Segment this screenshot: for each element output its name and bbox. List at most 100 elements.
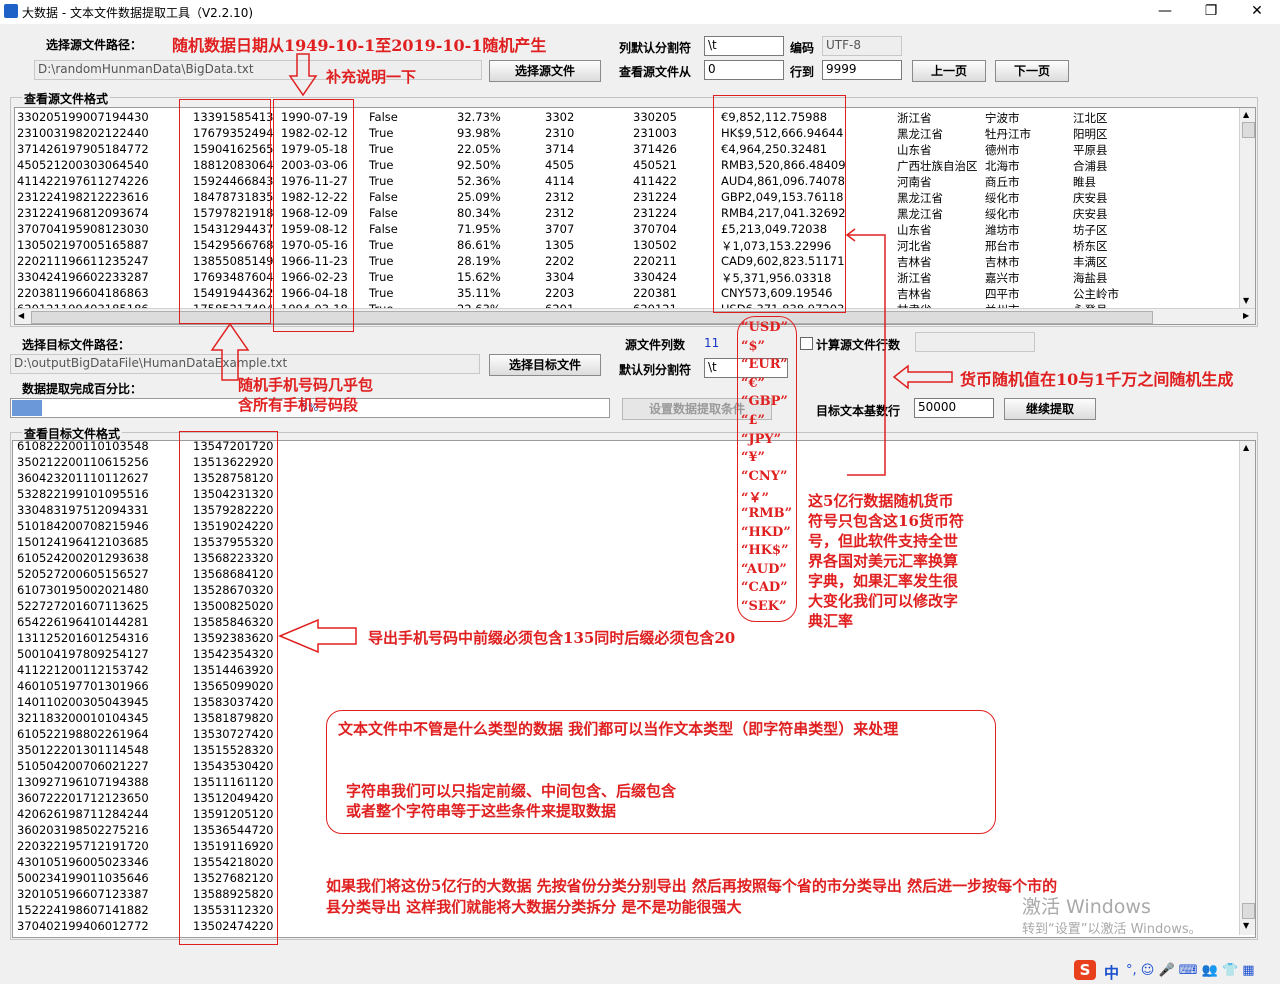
id-cell: 520527200605156527 [17, 567, 149, 581]
scroll-down-icon[interactable]: ▼ [1243, 296, 1249, 305]
bool-cell: True [369, 174, 394, 188]
currency-symbol: “CAD” [741, 580, 788, 596]
currency-symbol: “GBP” [741, 394, 788, 410]
currency-symbol: “£” [741, 413, 766, 428]
connector-line [845, 228, 886, 476]
id-cell: 522727201607113625 [17, 599, 149, 613]
bool-cell: True [369, 126, 394, 140]
id-cell: 330205199007194430 [17, 110, 149, 124]
choose-source-button[interactable]: 选择源文件 [489, 60, 601, 82]
ime-tool-icons[interactable]: °, ☺ 🎤 ⌨ 👥 👕 ▦ [1126, 963, 1255, 978]
view-from-label: 查看源文件从 [619, 65, 692, 79]
view-to-input[interactable]: 9999 [822, 60, 902, 80]
maximize-button[interactable]: ❐ [1188, 0, 1234, 24]
currency-column-highlight [713, 95, 846, 313]
id-cell: 140110200305043945 [17, 695, 149, 709]
id-cell: 320105196607123387 [17, 887, 149, 901]
target-vscroll[interactable]: ▲ ▼ [1239, 441, 1255, 935]
id-cell: 231003198202122440 [17, 126, 149, 140]
choose-target-button[interactable]: 选择目标文件 [489, 354, 601, 376]
base-rows-input[interactable]: 50000 [914, 398, 994, 418]
district-cell: 庆安县 [1073, 191, 1108, 205]
next-page-button[interactable]: 下一页 [995, 60, 1069, 82]
scroll-up-icon[interactable]: ▲ [1243, 110, 1249, 119]
phone-note-line2: 含所有手机号码段 [238, 396, 359, 414]
code4-cell: 3714 [545, 142, 575, 156]
encoding-field[interactable]: UTF-8 [822, 36, 902, 56]
percent-cell: 86.61% [457, 238, 501, 252]
percent-cell: 92.50% [457, 158, 501, 172]
id-cell: 420626198711284244 [17, 807, 149, 821]
city-cell: 德州市 [985, 143, 1020, 157]
column-count-value: 11 [704, 336, 720, 350]
progress-fill [12, 400, 42, 416]
province-cell: 吉林省 [897, 255, 932, 269]
bool-cell: True [369, 286, 394, 300]
district-cell: 平原县 [1073, 143, 1108, 157]
ime-logo-icon[interactable]: S [1074, 960, 1096, 980]
target-vscroll-thumb[interactable] [1242, 903, 1255, 919]
currency-symbol: “RMB” [741, 506, 793, 521]
info-line-2: 字符串我们可以只指定前缀、中间包含、后缀包含 [346, 782, 677, 800]
percent-cell: 32.73% [457, 110, 501, 124]
source-vscroll-thumb[interactable] [1242, 122, 1255, 138]
scroll-left-icon[interactable]: ◀ [18, 311, 24, 320]
id-cell: 231224196812093674 [17, 206, 149, 220]
id-cell: 360203198502275216 [17, 823, 149, 837]
id-cell: 370704195908123030 [17, 222, 149, 236]
delimiter-input[interactable]: \t [704, 36, 784, 56]
district-cell: 合浦县 [1073, 159, 1108, 173]
city-cell: 牡丹江市 [985, 127, 1031, 141]
id-cell: 500234199011035646 [17, 871, 149, 885]
calc-rows-checkbox[interactable] [800, 337, 813, 350]
source-format-title: 查看源文件格式 [22, 90, 111, 107]
calc-rows-field [915, 332, 1035, 352]
id-cell: 532822199101095516 [17, 487, 149, 501]
province-cell: 黑龙江省 [897, 191, 943, 205]
view-from-input[interactable]: 0 [704, 60, 784, 80]
source-vscroll[interactable]: ▲ ▼ [1239, 108, 1255, 308]
code4-cell: 1305 [545, 238, 575, 252]
id-cell: 610524200201293638 [17, 551, 149, 565]
code6-cell: 371426 [633, 142, 677, 156]
code4-cell: 4114 [545, 174, 575, 188]
city-cell: 绥化市 [985, 191, 1020, 205]
scroll-up-icon[interactable]: ▲ [1243, 443, 1249, 452]
id-cell: 152224198607141882 [17, 903, 149, 917]
scroll-down-icon[interactable]: ▼ [1243, 921, 1249, 930]
id-cell: 360722201712123650 [17, 791, 149, 805]
bottom-note-line2: 县分类导出 这样我们就能将大数据分类拆分 是不是功能很强大 [326, 898, 742, 916]
id-cell: 411221200112153742 [17, 663, 149, 677]
ime-bar: S 中 °, ☺ 🎤 ⌨ 👥 👕 ▦ [0, 956, 1280, 984]
code4-cell: 3707 [545, 222, 575, 236]
prev-page-button[interactable]: 上一页 [912, 60, 986, 82]
close-button[interactable]: ✕ [1234, 0, 1280, 24]
id-cell: 610730195002021480 [17, 583, 149, 597]
city-cell: 潍坊市 [985, 223, 1020, 237]
bool-cell: False [369, 110, 398, 124]
code6-cell: 130502 [633, 238, 677, 252]
province-cell: 黑龙江省 [897, 207, 943, 221]
currency-desc-line: 字典，如果汇率发生很 [808, 572, 959, 590]
minimize-button[interactable]: — [1142, 0, 1188, 24]
code6-cell: 370704 [633, 222, 677, 236]
percent-cell: 35.11% [457, 286, 501, 300]
currency-desc-line: 典汇率 [808, 612, 854, 630]
ime-language[interactable]: 中 [1104, 962, 1119, 983]
bool-cell: True [369, 158, 394, 172]
info-line-1: 文本文件中不管是什么类型的数据 我们都可以当作文本类型（即字符串类型）来处理 [338, 720, 899, 738]
currency-symbols-list: “USD” “$” “EUR” “€” “GBP” “£” “JPY” “¥” “CNY” “￥”… [741, 320, 797, 620]
scroll-right-icon[interactable]: ▶ [1243, 311, 1249, 320]
id-cell: 411422197611274226 [17, 174, 149, 188]
city-cell: 商丘市 [985, 175, 1020, 189]
id-cell: 220322195712191720 [17, 839, 149, 853]
date-column-highlight [273, 99, 354, 332]
id-cell: 654226196410144281 [17, 615, 149, 629]
currency-symbol: “￥” [741, 491, 769, 507]
code6-cell: 330424 [633, 270, 677, 284]
code6-cell: 220211 [633, 254, 677, 268]
city-cell: 嘉兴市 [985, 271, 1020, 285]
continue-button[interactable]: 继续提取 [1004, 398, 1096, 420]
province-cell: 山东省 [897, 223, 932, 237]
percent-cell: 28.19% [457, 254, 501, 268]
